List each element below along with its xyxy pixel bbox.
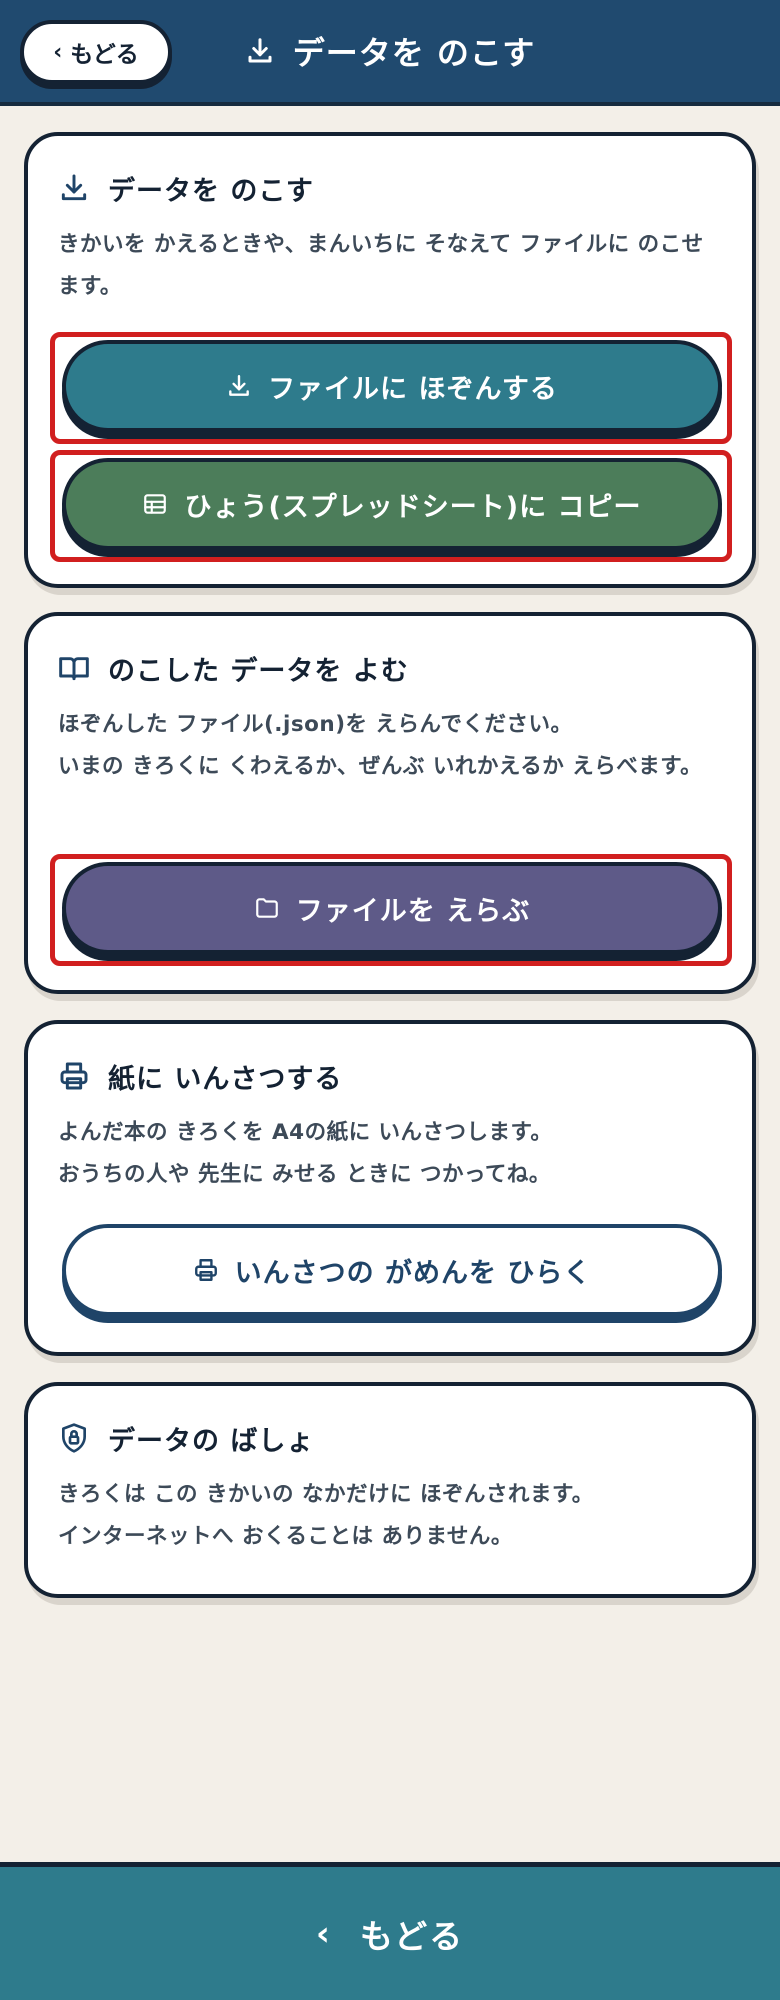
storage-card-line: きろくは この きかいの なかだけに ほぞんされます。	[58, 1482, 594, 1507]
chevron-left-icon: ‹	[315, 1913, 332, 1954]
data-location-card: データの ばしょ きろくは この きかいの なかだけに ほぞんされます。 インタ…	[24, 1382, 756, 1598]
top-app-bar: データを のこす ‹ もどる	[0, 0, 780, 106]
open-print-screen-button-label: いんさつの がめんを ひらく	[234, 1257, 592, 1289]
load-card-title: のこした データを よむ	[108, 655, 409, 687]
load-card-line: ほぞんした ファイル(.json)を えらんでください。	[58, 712, 573, 737]
load-data-card: のこした データを よむ ほぞんした ファイル(.json)を えらんでください…	[24, 612, 756, 994]
load-card-heading: のこした データを よむ	[58, 644, 722, 692]
download-icon	[248, 38, 272, 63]
download-icon	[229, 375, 249, 396]
save-file-button-label: ファイルに ほぞんする	[268, 373, 558, 405]
bottom-back-label: もどる	[359, 1916, 465, 1956]
copy-to-spreadsheet-button-label: ひょう(スプレッドシート)に コピー	[184, 491, 642, 523]
storage-card-description: きろくは この きかいの なかだけに ほぞんされます。 インターネットへ おくる…	[58, 1474, 722, 1558]
printer-icon	[60, 1062, 88, 1090]
printer-icon	[194, 1259, 217, 1281]
save-data-card: データを のこす きかいを かえるときや、まんいちに そなえて ファイルに のこ…	[24, 132, 756, 588]
print-card-heading: 紙に いんさつする	[58, 1052, 722, 1100]
print-card: 紙に いんさつする よんだ本の きろくを A4の紙に いんさつします。 おうちの…	[24, 1020, 756, 1356]
bottom-back-button[interactable]: ‹ もどる	[0, 1862, 780, 2000]
storage-card-line: インターネットへ おくることは ありません。	[58, 1524, 513, 1549]
open-print-screen-button[interactable]: いんさつの がめんを ひらく	[62, 1224, 722, 1316]
print-card-description: よんだ本の きろくを A4の紙に いんさつします。 おうちの人や 先生に みせる…	[58, 1112, 722, 1196]
print-card-line: よんだ本の きろくを A4の紙に いんさつします。	[58, 1120, 553, 1145]
save-card-heading: データを のこす	[58, 164, 722, 212]
back-button[interactable]: ‹ もどる	[20, 20, 172, 84]
chevron-left-icon: ‹	[53, 39, 63, 65]
storage-card-title: データの ばしょ	[108, 1425, 315, 1457]
choose-file-button[interactable]: ファイルを えらぶ	[62, 862, 722, 954]
book-icon	[59, 657, 89, 681]
save-card-title: データを のこす	[108, 175, 314, 207]
download-icon	[61, 174, 87, 201]
copy-to-spreadsheet-button[interactable]: ひょう(スプレッドシート)に コピー	[62, 458, 722, 550]
table-icon	[144, 494, 167, 514]
storage-card-heading: データの ばしょ	[58, 1414, 722, 1462]
save-file-button[interactable]: ファイルに ほぞんする	[62, 340, 722, 432]
shield-lock-icon	[62, 1423, 86, 1453]
print-card-line: おうちの人や 先生に みせる ときに つかってね。	[58, 1162, 551, 1187]
choose-file-button-label: ファイルを えらぶ	[295, 895, 531, 927]
print-card-title: 紙に いんさつする	[108, 1063, 343, 1095]
load-card-description: ほぞんした ファイル(.json)を えらんでください。 いまの きろくに くわ…	[58, 704, 722, 788]
page-title-text: データを のこす	[292, 34, 536, 72]
back-button-label: もどる	[70, 42, 139, 68]
load-card-line: いまの きろくに くわえるか、ぜんぶ いれかえるか えらべます。	[58, 754, 703, 779]
folder-icon	[255, 898, 278, 918]
save-card-description: きかいを かえるときや、まんいちに そなえて ファイルに のこせます。	[58, 224, 722, 308]
save-card-line: きかいを かえるときや、まんいちに そなえて ファイルに のこせます。	[58, 232, 704, 299]
